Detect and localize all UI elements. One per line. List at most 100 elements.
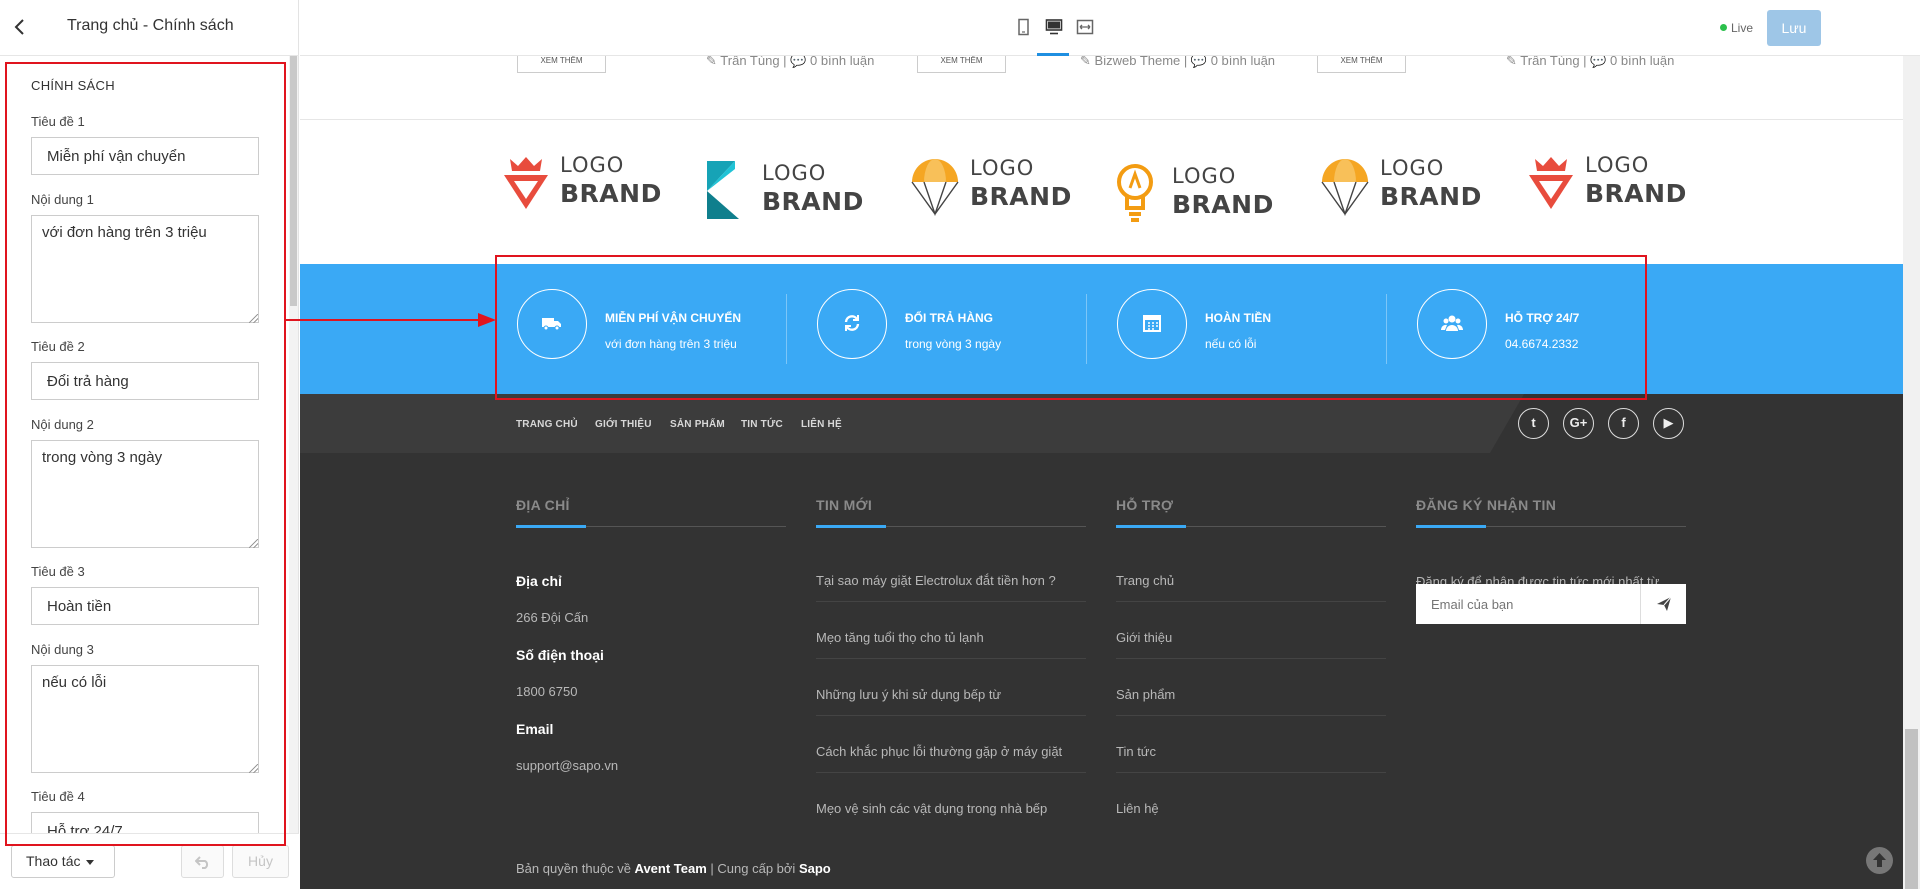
chevron-left-icon[interactable] xyxy=(13,17,33,39)
sidebar-scroll-area: CHÍNH SÁCH Tiêu đề 1 Nội dung 1 với đơn … xyxy=(0,56,299,833)
twitter-icon[interactable]: t xyxy=(1518,408,1549,439)
undo-button[interactable] xyxy=(181,845,224,878)
support-link[interactable]: Liên hệ xyxy=(1116,801,1159,816)
facebook-icon[interactable]: f xyxy=(1608,408,1639,439)
email-link[interactable]: support@sapo.vn xyxy=(516,758,618,773)
brand-line2: BRAND xyxy=(1172,190,1274,219)
brand-line1: LOGO xyxy=(1380,156,1445,180)
policy-title: MIỄN PHÍ VẬN CHUYỂN xyxy=(605,311,742,325)
calendar-icon xyxy=(1143,315,1161,332)
news-link[interactable]: Mẹo tăng tuổi thọ cho tủ lạnh xyxy=(816,630,984,645)
resize-grip-icon[interactable] xyxy=(249,764,258,773)
preview-scrollbar-thumb[interactable] xyxy=(1905,729,1918,889)
brand-line1: LOGO xyxy=(1172,164,1237,188)
sidebar-scrollbar-thumb[interactable] xyxy=(290,56,297,306)
cancel-button[interactable]: Hủy xyxy=(232,845,289,878)
comment-icon: 💬 xyxy=(1190,56,1208,68)
actions-dropdown-button[interactable]: Thao tác xyxy=(11,845,115,878)
list-divider xyxy=(816,658,1086,659)
active-device-indicator xyxy=(1037,53,1069,56)
title-2-input[interactable] xyxy=(31,362,259,400)
brand-logo[interactable]: LOGO BRAND xyxy=(1115,162,1275,232)
copyright-provider: Sapo xyxy=(798,861,831,876)
post-author: Trần Tùng xyxy=(1520,56,1580,68)
footer-nav-about[interactable]: GIỚI THIỆU xyxy=(595,419,652,430)
caret-down-icon xyxy=(86,859,95,865)
footer-nav-contact[interactable]: LIÊN HỆ xyxy=(801,419,842,430)
title-3-input[interactable] xyxy=(31,587,259,625)
title-4-input[interactable] xyxy=(31,812,259,833)
desktop-icon[interactable] xyxy=(1045,18,1063,36)
brand-line2: BRAND xyxy=(560,179,662,208)
newsletter-send-button[interactable] xyxy=(1640,584,1686,624)
address-value: 266 Đội Cấn xyxy=(516,610,589,625)
brand-line2: BRAND xyxy=(1380,182,1482,211)
list-divider xyxy=(816,772,1086,773)
newsletter-form xyxy=(1416,584,1686,624)
brand-line1: LOGO xyxy=(970,156,1035,180)
email-label: Email xyxy=(516,721,554,737)
brand-logo[interactable]: LOGO BRAND xyxy=(1320,156,1482,226)
phone-value: 1800 6750 xyxy=(516,684,578,699)
save-button[interactable]: Lưu xyxy=(1767,10,1821,46)
crown-diamond-logo xyxy=(1529,157,1573,209)
field-label-content-3: Nội dung 3 xyxy=(31,642,94,657)
post-comments: 0 bình luận xyxy=(1210,56,1276,68)
support-link[interactable]: Trang chủ xyxy=(1116,573,1174,588)
list-divider xyxy=(816,601,1086,602)
site-preview: XEM THÊM ✎ Trần Tùng | 💬 0 bình luận XEM… xyxy=(300,56,1920,889)
comment-icon: 💬 xyxy=(1590,56,1607,68)
footer-main: ĐỊA CHỈ Địa chỉ 266 Đội Cấn Số điện thoạ… xyxy=(300,453,1920,889)
footer-nav-products[interactable]: SẢN PHẨM xyxy=(670,419,725,430)
truck-icon xyxy=(542,318,561,331)
brand-line1: LOGO xyxy=(560,153,625,177)
list-divider xyxy=(1116,772,1386,773)
footer-nav-home[interactable]: TRANG CHỦ xyxy=(516,419,578,430)
resize-grip-icon[interactable] xyxy=(249,539,258,548)
content-2-textarea[interactable]: trong vòng 3 ngày xyxy=(31,440,259,548)
support-link[interactable]: Tin tức xyxy=(1116,744,1156,759)
footer-nav-news[interactable]: TIN TỨC xyxy=(741,419,783,430)
post-meta: ✎ Trần Tùng | 💬 0 bình luận xyxy=(706,56,874,68)
read-more-button[interactable]: XEM THÊM xyxy=(917,56,1006,73)
news-link[interactable]: Cách khắc phục lỗi thường gặp ở máy giặt xyxy=(816,744,1062,759)
copyright: Bản quyền thuộc về Avent Team | Cung cấp… xyxy=(516,861,831,876)
edit-icon: ✎ xyxy=(1506,56,1517,68)
post-meta: ✎ Trần Tùng | 💬 0 bình luận xyxy=(1506,56,1674,68)
read-more-button[interactable]: XEM THÊM xyxy=(1317,56,1406,73)
policy-title: HOÀN TIỀN xyxy=(1205,311,1271,325)
column-divider-accent xyxy=(816,525,886,528)
support-link[interactable]: Sản phẩm xyxy=(1116,687,1175,702)
fullwidth-icon[interactable] xyxy=(1076,18,1094,36)
social-bar xyxy=(1490,394,1920,453)
edit-icon: ✎ xyxy=(1080,56,1091,68)
youtube-icon[interactable]: ▶ xyxy=(1653,408,1684,439)
section-divider xyxy=(300,119,1920,120)
news-link[interactable]: Tại sao máy giặt Electrolux đắt tiền hơn… xyxy=(816,573,1056,588)
brand-logo[interactable]: LOGO BRAND xyxy=(500,153,662,223)
news-link[interactable]: Mẹo vệ sinh các vật dụng trong nhà bếp xyxy=(816,801,1047,816)
comment-icon: 💬 xyxy=(790,56,807,68)
google-plus-icon[interactable]: G+ xyxy=(1563,408,1594,439)
policy-item: MIỄN PHÍ VẬN CHUYỂN với đơn hàng trên 3 … xyxy=(517,289,777,359)
brand-logo[interactable]: LOGO BRAND xyxy=(705,159,865,229)
brand-line1: LOGO xyxy=(1585,153,1650,177)
field-label-title-4: Tiêu đề 4 xyxy=(31,789,85,804)
live-label: Live xyxy=(1731,21,1754,35)
brand-logo[interactable]: LOGO BRAND xyxy=(910,156,1071,226)
newsletter-email-input[interactable] xyxy=(1416,584,1639,624)
content-1-textarea[interactable]: với đơn hàng trên 3 triệu xyxy=(31,215,259,323)
news-link[interactable]: Những lưu ý khi sử dụng bếp từ xyxy=(816,687,1001,702)
policy-text: với đơn hàng trên 3 triệu xyxy=(605,337,737,351)
title-1-input[interactable] xyxy=(31,137,259,175)
list-divider xyxy=(1116,601,1386,602)
brand-logo[interactable]: LOGO BRAND xyxy=(1525,153,1686,223)
support-link[interactable]: Giới thiệu xyxy=(1116,630,1172,645)
content-3-textarea[interactable]: nếu có lỗi xyxy=(31,665,259,773)
arrow-up-circle-icon[interactable] xyxy=(1866,847,1893,874)
undo-icon xyxy=(194,856,208,869)
resize-grip-icon[interactable] xyxy=(249,314,258,323)
policy-separator xyxy=(1386,294,1387,364)
read-more-button[interactable]: XEM THÊM xyxy=(517,56,606,73)
mobile-icon[interactable] xyxy=(1014,18,1032,36)
